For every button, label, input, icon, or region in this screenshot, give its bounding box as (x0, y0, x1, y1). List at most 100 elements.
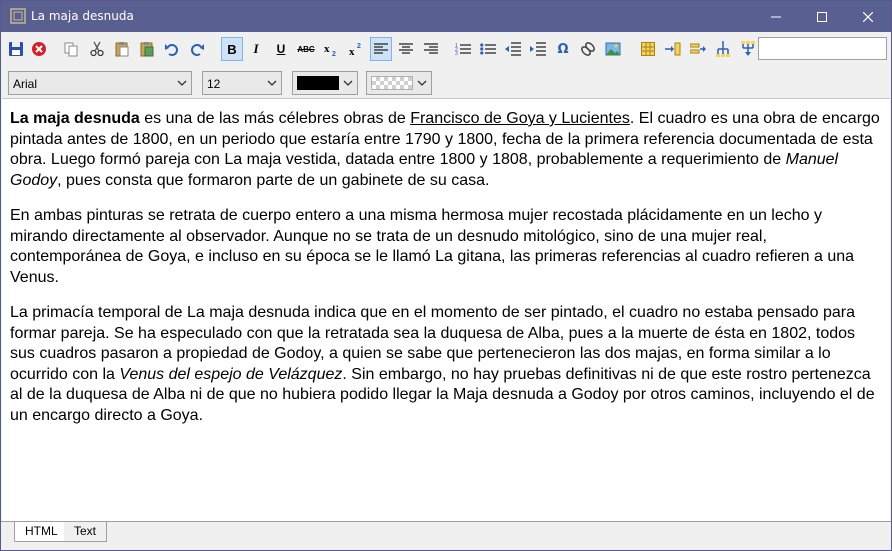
minimize-icon (771, 16, 781, 17)
superscript-button[interactable]: x2 (345, 37, 367, 61)
outdent-button[interactable] (502, 37, 524, 61)
split-cell-button[interactable] (712, 37, 734, 61)
undo-icon (165, 44, 178, 56)
bullet-list-icon (480, 43, 496, 55)
tab-label: Text (74, 524, 97, 538)
font-size-select[interactable]: 12 (202, 71, 282, 95)
svg-text:3: 3 (455, 51, 458, 56)
background-color-swatch (371, 76, 413, 90)
insert-row-button[interactable] (687, 37, 709, 61)
align-right-icon (424, 43, 438, 54)
bullet-list-button[interactable] (477, 37, 499, 61)
underline-icon: U (276, 42, 286, 56)
copy-button[interactable] (60, 37, 82, 61)
app-icon (10, 8, 26, 24)
align-left-button[interactable] (370, 37, 392, 61)
bold-icon: B (227, 41, 237, 57)
paragraph: En ambas pinturas se retrata de cuerpo e… (10, 207, 855, 286)
format-toolbar: Arial 12 (1, 66, 891, 98)
indent-button[interactable] (527, 37, 549, 61)
svg-text:2: 2 (357, 43, 361, 50)
chevron-down-icon (417, 80, 427, 86)
font-family-value: Arial (13, 77, 38, 91)
chevron-down-icon (343, 80, 353, 86)
background-color-select[interactable] (366, 71, 432, 95)
numbered-list-button[interactable]: 123 (452, 37, 474, 61)
chevron-down-icon (267, 80, 277, 86)
insert-row-icon (690, 43, 706, 54)
close-document-icon (32, 42, 46, 56)
close-button[interactable] (845, 1, 891, 32)
paste-special-button[interactable] (136, 37, 158, 61)
author-link[interactable]: Francisco de Goya y Lucientes (410, 110, 630, 127)
underline-button[interactable]: U (270, 37, 292, 61)
insert-column-button[interactable] (662, 37, 684, 61)
image-button[interactable] (602, 37, 624, 61)
align-center-button[interactable] (395, 37, 417, 61)
table-button[interactable] (637, 37, 659, 61)
tab-label: HTML (25, 524, 58, 538)
numbered-list-icon: 123 (455, 43, 471, 56)
paste-icon (115, 42, 129, 57)
paste-special-icon (140, 42, 154, 57)
bold-text: La maja desnuda (10, 110, 140, 127)
bold-button[interactable]: B (221, 37, 243, 61)
align-left-icon (374, 43, 388, 54)
main-toolbar: B I U ABC x2 x2 123 Ω (1, 32, 891, 66)
undo-button[interactable] (161, 37, 183, 61)
special-character-icon: Ω (557, 41, 569, 57)
font-size-value: 12 (207, 77, 221, 91)
merge-cell-button[interactable] (737, 37, 759, 61)
align-center-icon (399, 43, 413, 54)
save-button[interactable] (5, 37, 27, 61)
maximize-icon (817, 11, 827, 22)
insert-column-icon (665, 42, 681, 56)
italic-text: Venus del espejo de Velázquez (119, 365, 343, 383)
paragraph: La maja desnuda es una de las más célebr… (10, 109, 882, 191)
font-family-select[interactable]: Arial (8, 71, 192, 95)
table-icon (641, 42, 655, 56)
cut-icon (90, 41, 104, 57)
align-right-button[interactable] (420, 37, 442, 61)
special-character-button[interactable]: Ω (552, 37, 574, 61)
view-tabs: HTML Text (1, 521, 891, 550)
subscript-icon: x2 (324, 43, 336, 57)
cut-button[interactable] (86, 37, 108, 61)
paste-button[interactable] (111, 37, 133, 61)
split-icon (716, 41, 730, 57)
tab-text[interactable]: Text (64, 522, 108, 542)
outdent-icon (505, 42, 521, 56)
redo-button[interactable] (186, 37, 208, 61)
document-editor[interactable]: La maja desnuda es una de las más célebr… (2, 98, 890, 521)
document-content[interactable]: La maja desnuda es una de las más célebr… (2, 99, 890, 426)
subscript-button[interactable]: x2 (320, 37, 342, 61)
tab-html[interactable]: HTML (14, 522, 69, 542)
strikethrough-button[interactable]: ABC (295, 37, 317, 61)
italic-icon: I (253, 41, 259, 56)
save-icon (9, 42, 23, 56)
minimize-button[interactable] (753, 1, 799, 32)
title-bar[interactable]: La maja desnuda (1, 1, 891, 32)
close-icon (863, 11, 873, 22)
link-icon (581, 42, 595, 56)
link-button[interactable] (577, 37, 599, 61)
paragraph: La primacía temporal de La maja desnuda … (10, 303, 882, 426)
merge-icon (741, 41, 755, 56)
chevron-down-icon (177, 80, 187, 86)
editor-window: La maja desnuda B I U ABC x 2 x 2 1 2 3 … (0, 0, 892, 551)
text-color-select[interactable] (292, 71, 358, 95)
maximize-button[interactable] (799, 1, 845, 32)
close-document-button[interactable] (28, 37, 50, 61)
superscript-icon: x2 (349, 43, 361, 57)
svg-text:2: 2 (332, 51, 336, 57)
text-span: es una de las más célebres obras de (139, 110, 411, 127)
svg-text:x: x (324, 43, 330, 55)
svg-text:x: x (349, 46, 355, 57)
text-span: , pues consta que formaron parte de un g… (57, 171, 490, 189)
indent-icon (530, 42, 546, 56)
italic-button[interactable]: I (245, 37, 267, 61)
window-title: La maja desnuda (31, 9, 134, 23)
search-input[interactable] (758, 37, 887, 60)
copy-icon (64, 42, 78, 57)
redo-icon (191, 44, 204, 56)
